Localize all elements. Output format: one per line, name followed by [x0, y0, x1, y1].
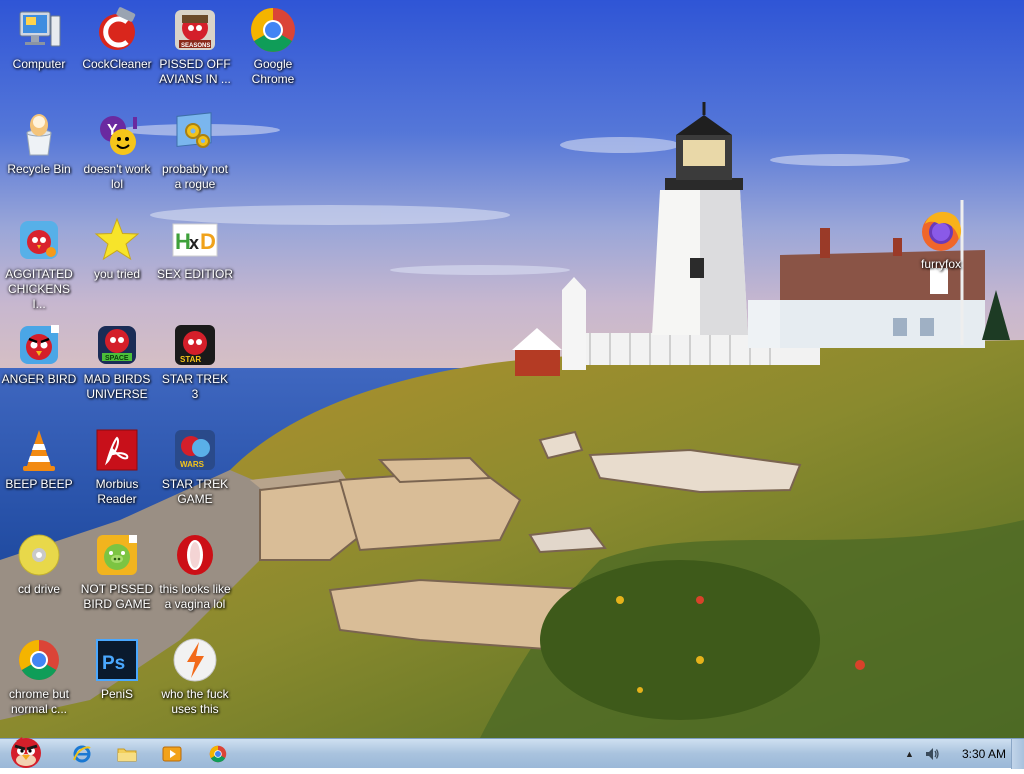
desktop-icon-label: STAR TREK 3 [161, 372, 229, 401]
svg-text:D: D [200, 229, 216, 254]
desktop-icon-label: Google Chrome [251, 57, 295, 86]
bad-piggies-icon [97, 535, 137, 575]
svg-text:WARS: WARS [180, 460, 205, 469]
desktop-icon-label: doesn't work lol [83, 162, 151, 191]
desktop-icon-label: Computer [12, 57, 66, 71]
angry-birds-space-icon: SPACE [98, 326, 136, 364]
desktop-icon-label: who the fuck uses this [161, 687, 229, 716]
desktop-icon-label: SEX EDITIOR [157, 267, 234, 281]
desktop-icon-cockcleaner[interactable]: CockCleaner [78, 6, 156, 72]
desktop-icon-furryfox[interactable]: furryfox [902, 206, 980, 272]
clock[interactable]: 3:30 AM [962, 747, 1006, 761]
start-button[interactable] [2, 733, 48, 769]
desktop-icon-google-chrome[interactable]: Google Chrome [234, 6, 312, 87]
desktop-icon-anger-bird[interactable]: ANGER BIRD [0, 321, 78, 387]
adobe-reader-icon [96, 429, 138, 471]
angry-birds-star-wars-2-icon: WARS [175, 430, 215, 470]
svg-text:STAR: STAR [180, 355, 201, 364]
desktop-icon-label: ANGER BIRD [1, 372, 77, 386]
desktop-icon-photoshop[interactable]: Ps PeniS [78, 636, 156, 702]
svg-text:SPACE: SPACE [105, 355, 129, 362]
desktop-icon-computer[interactable]: Computer [0, 6, 78, 72]
desktop-icon-chrome-canary[interactable]: chrome but normal c... [0, 636, 78, 717]
taskbar: ▲ 3:30 AM [0, 737, 1024, 769]
desktop-icon-label: this looks like a vagina lol [159, 582, 231, 611]
show-hidden-icons-chevron-icon[interactable]: ▲ [905, 749, 914, 759]
desktop-icon-label: Recycle Bin [7, 162, 71, 176]
angry-bird-start-icon [11, 737, 41, 768]
chrome-icon [251, 8, 295, 52]
angry-birds-seasons-icon: SEASONS [175, 10, 215, 50]
photoshop-icon: Ps [96, 639, 138, 681]
desktop-icon-label: AGGITATED CHICKENS I... [5, 267, 73, 311]
desktop-icon-avast[interactable]: who the fuck uses this [156, 636, 234, 717]
ccleaner-icon [99, 7, 136, 50]
volume-icon[interactable] [924, 746, 940, 762]
svg-text:Ps: Ps [102, 653, 125, 674]
internet-explorer-icon [73, 745, 91, 763]
angry-birds-rio-icon [20, 221, 58, 259]
desktop-icon-opera[interactable]: this looks like a vagina lol [156, 531, 234, 612]
opera-icon [177, 535, 213, 575]
svg-text:x: x [189, 233, 199, 253]
desktop-icon-aggitated-chickens[interactable]: AGGITATED CHICKENS I... [0, 216, 78, 312]
desktop-icon-label: STAR TREK GAME [161, 477, 229, 506]
desktop-icon-label: cd drive [17, 582, 61, 596]
desktop-icon-probably-not-a-rogue[interactable]: probably not a rogue [156, 111, 234, 192]
desktop-icon-label: probably not a rogue [161, 162, 229, 191]
angry-birds-star-wars-icon: STAR [175, 325, 215, 365]
desktop-icon-label: CockCleaner [82, 57, 152, 71]
firefox-icon [922, 211, 962, 251]
media-player-icon [162, 746, 182, 762]
control-panel-gears-icon [176, 112, 212, 148]
desktop-icon-morbius-reader[interactable]: Morbius Reader [78, 426, 156, 507]
desktop-icon-pissed-off-avians[interactable]: SEASONS PISSED OFF AVIANS IN ... [156, 6, 234, 87]
cd-drive-icon [18, 534, 60, 576]
desktop-icon-mad-birds-universe[interactable]: SPACE MAD BIRDS UNIVERSE [78, 321, 156, 402]
taskbar-internet-explorer[interactable] [62, 741, 102, 767]
chrome-canary-icon [19, 640, 59, 680]
chrome-icon [209, 745, 227, 763]
avast-icon [173, 638, 217, 682]
desktop-icon-yahoo[interactable]: Y doesn't work lol [78, 111, 156, 192]
star-icon [94, 217, 140, 261]
desktop-icon-label: furryfox [920, 257, 961, 271]
desktop-icon-label: chrome but normal c... [8, 687, 70, 716]
desktop-icon-recycle-bin[interactable]: Recycle Bin [0, 111, 78, 177]
hxd-hex-editor-icon: H x D [172, 223, 218, 257]
show-desktop-button[interactable] [1011, 739, 1024, 769]
desktop-icon-cd-drive[interactable]: cd drive [0, 531, 78, 597]
vlc-icon [23, 430, 55, 471]
file-explorer-icon [117, 748, 137, 762]
desktop-icon-star-trek-3[interactable]: STAR STAR TREK 3 [156, 321, 234, 402]
system-tray: ▲ 3:30 AM [905, 739, 1010, 769]
taskbar-chrome[interactable] [198, 741, 238, 767]
desktop-icon-star-trek-game[interactable]: WARS STAR TREK GAME [156, 426, 234, 507]
desktop-icon-beep-beep[interactable]: BEEP BEEP [0, 426, 78, 492]
desktop-icon-label: PeniS [100, 687, 134, 701]
computer-icon [19, 11, 61, 47]
desktop-icon-not-pissed-bird-game[interactable]: NOT PISSED BIRD GAME [78, 531, 156, 612]
desktop-icon-label: BEEP BEEP [5, 477, 73, 491]
desktop-icon-label: PISSED OFF AVIANS IN ... [159, 57, 231, 86]
taskbar-file-explorer[interactable] [107, 741, 147, 767]
desktop-icon-label: NOT PISSED BIRD GAME [80, 582, 154, 611]
angry-birds-icon [20, 325, 59, 364]
desktop-icon-label: Morbius Reader [95, 477, 139, 506]
recycle-bin-icon [26, 114, 52, 156]
desktop-icon-label: you tried [93, 267, 141, 281]
desktop-icon-you-tried[interactable]: you tried [78, 216, 156, 282]
desktop-icon-sex-editior[interactable]: H x D SEX EDITIOR [156, 216, 234, 282]
desktop-icon-label: MAD BIRDS UNIVERSE [83, 372, 151, 401]
svg-text:SEASONS: SEASONS [181, 43, 210, 49]
yahoo-messenger-icon: Y [100, 116, 137, 155]
taskbar-media-player[interactable] [152, 741, 192, 767]
